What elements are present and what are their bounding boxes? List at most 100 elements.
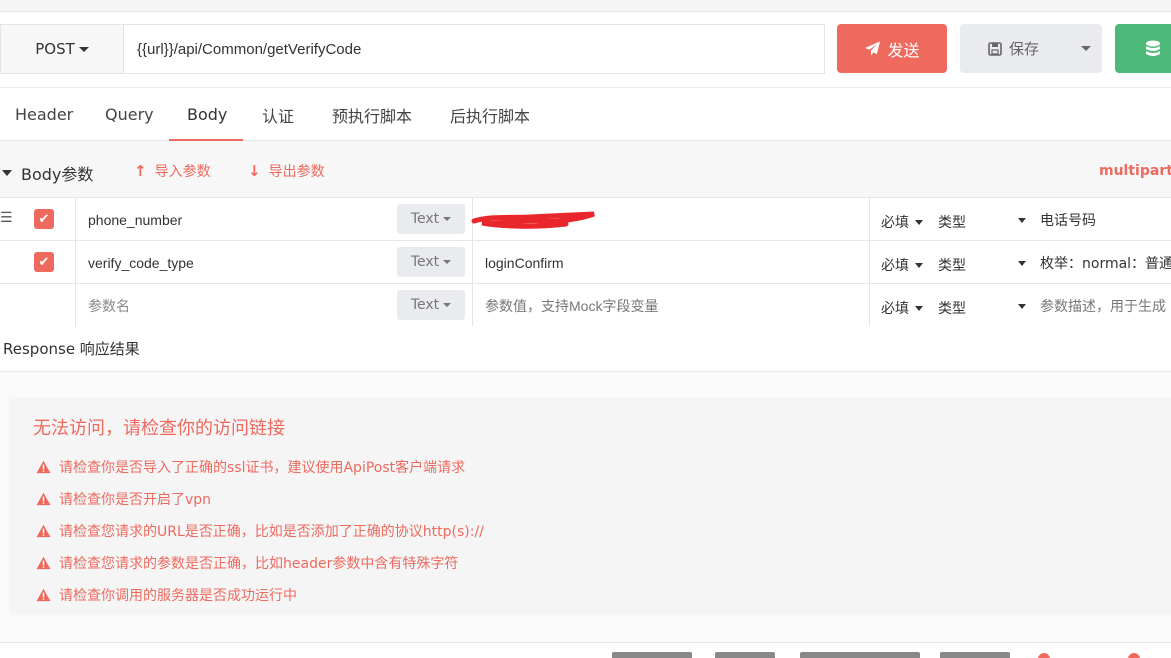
tab-query[interactable]: Query <box>105 88 154 141</box>
param-type-select[interactable]: Text <box>397 204 465 234</box>
paper-plane-icon <box>865 41 881 55</box>
send-button[interactable]: 发送 <box>837 24 947 73</box>
method-label: POST <box>35 40 75 58</box>
status-bar-item[interactable] <box>940 652 1010 658</box>
row-checkbox[interactable]: ✔ <box>34 209 54 229</box>
required-select[interactable]: 必填 <box>881 212 923 232</box>
chevron-down-icon <box>915 219 923 225</box>
required-select[interactable]: 必填 <box>881 298 923 318</box>
tab-header[interactable]: Header <box>15 88 73 141</box>
warning-icon <box>36 492 51 506</box>
status-dot-icon <box>1038 653 1050 658</box>
status-dot-icon <box>1128 653 1140 658</box>
chevron-down-icon <box>443 303 452 307</box>
error-item: 请检查你是否开启了vpn <box>36 489 211 509</box>
body-params-table: ☰ ✔ phone_number Text 必填 类型 电话号码 ✔ verif… <box>0 198 1171 327</box>
save-button-label: 保存 <box>1009 40 1040 58</box>
content-type-selector[interactable]: multipart/f <box>1099 163 1171 179</box>
response-panel: 无法访问，请检查你的访问链接 请检查你是否导入了正确的ssl证书，建议使用Api… <box>0 372 1171 642</box>
send-button-label: 发送 <box>887 40 920 60</box>
url-input[interactable] <box>123 24 825 74</box>
param-type-select[interactable]: Text <box>397 247 465 277</box>
param-description[interactable]: 枚举：normal：普通 <box>1040 241 1171 284</box>
error-item: 请检查你是否导入了正确的ssl证书，建议使用ApiPost客户端请求 <box>36 457 465 477</box>
save-button[interactable]: 保存 <box>960 24 1102 73</box>
import-params-button[interactable]: ↑ 导入参数 <box>134 161 211 181</box>
table-row-new: 参数名 Text 参数值，支持Mock字段变量 必填 类型 参数描述，用于生成 <box>0 284 1171 327</box>
import-params-label: 导入参数 <box>154 164 211 180</box>
param-description[interactable]: 电话号码 <box>1040 198 1096 241</box>
error-title: 无法访问，请检查你的访问链接 <box>33 418 285 439</box>
table-row: ☰ ✔ phone_number Text 必填 类型 电话号码 <box>0 198 1171 241</box>
status-bar-item[interactable] <box>612 652 692 658</box>
tab-auth[interactable]: 认证 <box>262 88 294 141</box>
error-item: 请检查您请求的参数是否正确，比如header参数中含有特殊字符 <box>36 553 458 573</box>
param-kind-select[interactable]: 类型 <box>938 255 1028 275</box>
param-kind-select[interactable]: 类型 <box>938 212 1028 232</box>
error-item: 请检查您请求的URL是否正确，比如是否添加了正确的协议http(s):// <box>36 521 484 541</box>
column-divider <box>75 284 76 327</box>
param-type-label: Text <box>410 211 440 227</box>
column-divider <box>869 198 870 241</box>
response-header: Response 响应结果 <box>0 326 1171 372</box>
param-name-placeholder[interactable]: 参数名 <box>88 284 130 327</box>
warning-icon <box>36 460 51 474</box>
tab-post-script[interactable]: 后执行脚本 <box>450 88 530 141</box>
param-kind-label: 类型 <box>938 215 966 231</box>
request-tabs: Header Query Body 认证 预执行脚本 后执行脚本 <box>0 87 1171 142</box>
error-item-text: 请检查你是否导入了正确的ssl证书，建议使用ApiPost客户端请求 <box>59 460 466 476</box>
save-dropdown-chevron-icon[interactable] <box>1081 46 1091 51</box>
required-select[interactable]: 必填 <box>881 255 923 275</box>
body-params-toggle[interactable]: Body参数 <box>2 161 93 185</box>
tab-pre-script[interactable]: 预执行脚本 <box>332 88 412 141</box>
table-row: ✔ verify_code_type Text loginConfirm 必填 … <box>0 241 1171 284</box>
chevron-down-icon <box>1018 304 1026 309</box>
param-kind-label: 类型 <box>938 258 966 274</box>
error-item: 请检查你调用的服务器是否成功运行中 <box>36 585 297 605</box>
status-bar-item[interactable] <box>715 652 775 658</box>
param-name[interactable]: phone_number <box>88 198 182 241</box>
chevron-down-icon <box>1018 218 1026 223</box>
required-label: 必填 <box>881 258 909 274</box>
drag-handle-icon[interactable]: ☰ <box>0 210 13 226</box>
param-type-select[interactable]: Text <box>397 290 465 320</box>
warning-icon <box>36 588 51 602</box>
chevron-down-icon <box>78 46 89 52</box>
export-params-button[interactable]: ↓ 导出参数 <box>248 161 325 181</box>
database-icon <box>1146 40 1160 56</box>
status-bar-item[interactable] <box>800 652 920 658</box>
chevron-down-icon <box>915 262 923 268</box>
param-type-label: Text <box>410 254 440 270</box>
arrow-up-icon: ↑ <box>134 162 147 180</box>
floppy-disk-icon <box>988 41 1002 56</box>
column-divider <box>472 284 473 327</box>
column-divider <box>472 241 473 284</box>
param-type-label: Text <box>410 297 440 313</box>
param-name[interactable]: verify_code_type <box>88 241 194 284</box>
response-title: Response 响应结果 <box>3 340 140 358</box>
chevron-down-icon <box>1018 261 1026 266</box>
param-kind-select[interactable]: 类型 <box>938 298 1028 318</box>
row-checkbox[interactable]: ✔ <box>34 252 54 272</box>
param-value-placeholder[interactable]: 参数值，支持Mock字段变量 <box>485 284 658 327</box>
tab-body[interactable]: Body <box>187 88 227 141</box>
body-params-header: Body参数 ↑ 导入参数 ↓ 导出参数 multipart/f <box>0 141 1171 198</box>
top-strip <box>0 0 1171 12</box>
required-label: 必填 <box>881 215 909 231</box>
error-item-text: 请检查你调用的服务器是否成功运行中 <box>59 588 297 604</box>
column-divider <box>75 198 76 241</box>
database-button[interactable] <box>1115 24 1171 73</box>
chevron-down-icon <box>443 260 452 264</box>
redaction-scribble <box>471 211 595 229</box>
column-divider <box>869 284 870 327</box>
warning-icon <box>36 524 51 538</box>
param-kind-label: 类型 <box>938 301 966 317</box>
caret-down-icon <box>2 170 12 176</box>
param-description-placeholder[interactable]: 参数描述，用于生成 <box>1040 284 1166 327</box>
chevron-down-icon <box>443 217 452 221</box>
method-select[interactable]: POST <box>0 24 123 74</box>
param-value[interactable]: loginConfirm <box>485 241 564 284</box>
error-message-box: 无法访问，请检查你的访问链接 请检查你是否导入了正确的ssl证书，建议使用Api… <box>9 397 1171 615</box>
request-bar: POST 发送 保存 <box>0 24 1171 74</box>
arrow-down-icon: ↓ <box>248 162 261 180</box>
